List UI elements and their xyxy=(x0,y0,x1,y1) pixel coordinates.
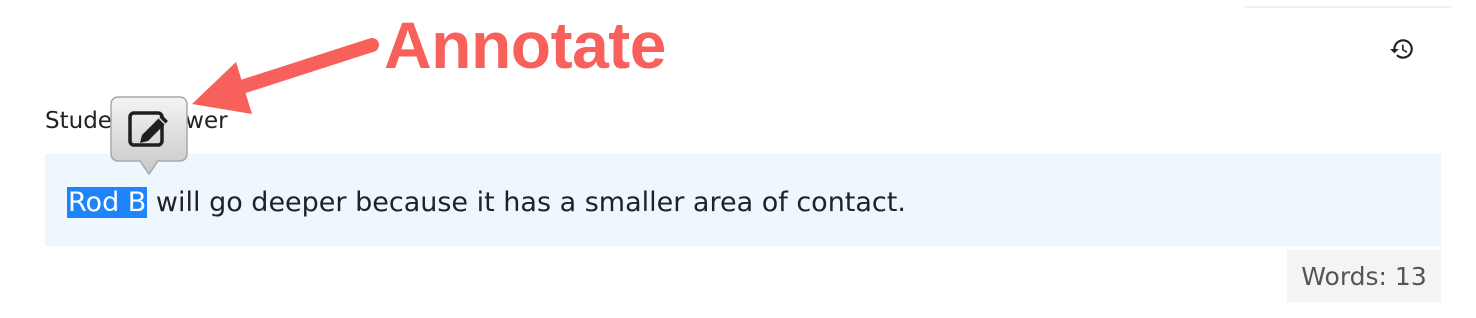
top-panel-edge xyxy=(1244,0,1452,8)
annotate-popup-button[interactable] xyxy=(110,96,188,180)
answer-review-panel: Student Answer Rod B will go deeper beca… xyxy=(0,0,1476,318)
history-button[interactable] xyxy=(1385,33,1419,65)
answer-remaining-text: will go deeper because it has a smaller … xyxy=(147,187,906,218)
annotate-popup-bubble xyxy=(110,96,188,176)
student-answer-box[interactable]: Rod B will go deeper because it has a sm… xyxy=(45,154,1441,246)
word-count-badge: Words: 13 xyxy=(1287,250,1441,302)
annotate-callout-text: Annotate xyxy=(384,8,666,82)
selected-text-highlight[interactable]: Rod B xyxy=(67,187,148,218)
student-answer-text[interactable]: Rod B will go deeper because it has a sm… xyxy=(67,182,906,224)
history-icon xyxy=(1390,39,1413,59)
